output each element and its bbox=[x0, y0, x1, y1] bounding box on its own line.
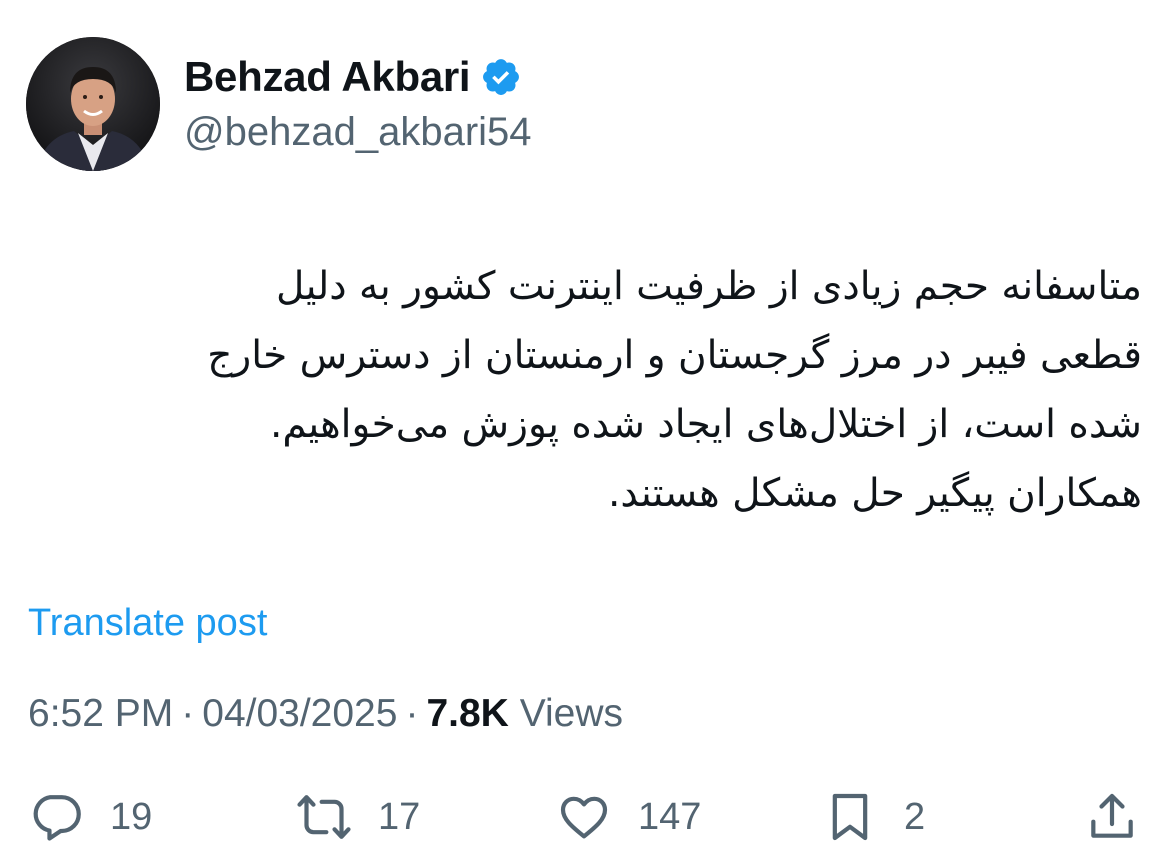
avatar-photo bbox=[26, 37, 160, 171]
post-time[interactable]: 6:52 PM bbox=[28, 692, 173, 735]
heart-icon bbox=[560, 796, 608, 839]
like-count: 147 bbox=[638, 795, 702, 838]
post-date[interactable]: 04/03/2025 bbox=[202, 692, 397, 735]
share-button[interactable] bbox=[1084, 785, 1140, 849]
views-label: Views bbox=[519, 692, 624, 735]
views-count[interactable]: 7.8K bbox=[426, 692, 508, 735]
post-text-line: قطعی فیبر در مرز گرجستان و ارمنستان از د… bbox=[207, 333, 1142, 378]
post-meta: 6:52 PM · 04/03/2025 · 7.8K Views bbox=[28, 692, 623, 736]
like-button[interactable]: 147 bbox=[556, 785, 701, 849]
meta-separator: · bbox=[181, 692, 195, 735]
avatar[interactable] bbox=[26, 37, 160, 171]
verified-badge-icon[interactable] bbox=[480, 56, 522, 98]
author-handle[interactable]: @behzad_akbari54 bbox=[184, 110, 532, 155]
repost-button[interactable]: 17 bbox=[296, 785, 420, 849]
reply-icon bbox=[33, 795, 81, 841]
reply-count: 19 bbox=[110, 795, 153, 838]
translate-post-link[interactable]: Translate post bbox=[28, 602, 267, 645]
post-author[interactable]: Behzad Akbari @behzad_akbari54 bbox=[184, 52, 532, 155]
share-icon bbox=[1091, 793, 1133, 838]
post-text-line: همکاران پیگیر حل مشکل هستند. bbox=[607, 471, 1142, 516]
repost-count: 17 bbox=[378, 795, 421, 838]
reply-button[interactable]: 19 bbox=[28, 785, 152, 849]
bookmark-button[interactable]: 2 bbox=[822, 785, 925, 849]
action-bar: 19 17 147 2 bbox=[0, 785, 1170, 849]
repost-icon bbox=[297, 795, 351, 839]
bookmark-icon bbox=[832, 793, 868, 841]
post-text-line: شده است، از اختلال‌های ایجاد شده پوزش می… bbox=[269, 402, 1142, 447]
post-text-line: متاسفانه حجم زیادی از ظرفیت اینترنت کشور… bbox=[276, 264, 1142, 309]
name-row: Behzad Akbari bbox=[184, 52, 532, 102]
meta-separator: · bbox=[405, 692, 419, 735]
post-text: متاسفانه حجم زیادی از ظرفیت اینترنت کشور… bbox=[42, 252, 1142, 528]
display-name[interactable]: Behzad Akbari bbox=[184, 53, 471, 101]
bookmark-count: 2 bbox=[904, 795, 926, 838]
